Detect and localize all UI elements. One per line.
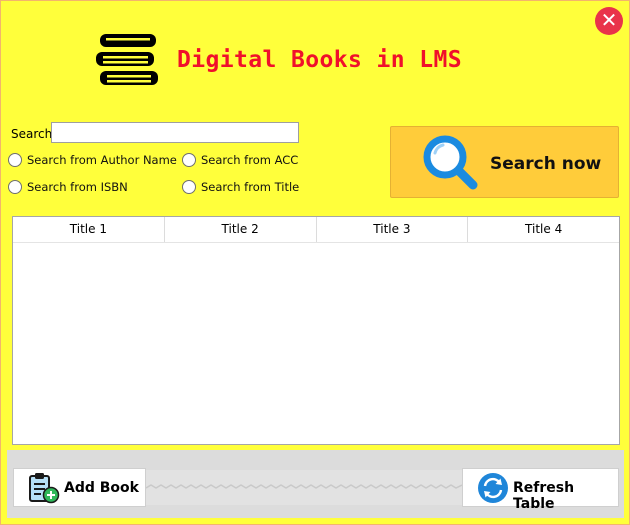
radio-isbn[interactable]: Search from ISBN xyxy=(8,180,128,194)
column-header-title-2[interactable]: Title 2 xyxy=(165,217,317,242)
column-header-title-4[interactable]: Title 4 xyxy=(468,217,619,242)
table-header: Title 1 Title 2 Title 3 Title 4 xyxy=(13,217,619,243)
add-book-button[interactable]: Add Book xyxy=(13,468,146,507)
column-header-title-3[interactable]: Title 3 xyxy=(317,217,469,242)
radio-label: Search from Author Name xyxy=(27,153,177,167)
radio-label: Search from Title xyxy=(201,180,300,194)
page-title: Digital Books in LMS xyxy=(177,47,462,73)
search-now-button[interactable]: Search now xyxy=(390,126,619,198)
refresh-table-label: Refresh Table xyxy=(513,480,575,512)
refresh-table-button[interactable]: Refresh Table xyxy=(462,468,619,512)
add-book-label: Add Book xyxy=(64,480,139,496)
refresh-icon xyxy=(478,473,508,503)
books-stack-icon xyxy=(96,34,158,85)
search-now-label: Search now xyxy=(490,154,602,174)
books-table[interactable]: Title 1 Title 2 Title 3 Title 4 xyxy=(12,216,620,445)
magnifier-icon xyxy=(423,135,478,190)
radio-author-name[interactable]: Search from Author Name xyxy=(8,153,177,167)
decorative-divider xyxy=(146,470,462,505)
radio-circle[interactable] xyxy=(8,153,22,167)
column-header-title-1[interactable]: Title 1 xyxy=(13,217,165,242)
radio-title[interactable]: Search from Title xyxy=(182,180,299,194)
close-button[interactable]: ✕ xyxy=(595,7,623,35)
radio-circle[interactable] xyxy=(182,180,196,194)
search-label: Search xyxy=(11,127,53,141)
clipboard-add-icon xyxy=(29,473,60,504)
radio-label: Search from ISBN xyxy=(27,180,128,194)
radio-circle[interactable] xyxy=(182,153,196,167)
close-icon: ✕ xyxy=(600,8,618,32)
search-input[interactable] xyxy=(51,122,299,143)
radio-acc[interactable]: Search from ACC xyxy=(182,153,298,167)
radio-circle[interactable] xyxy=(8,180,22,194)
radio-label: Search from ACC xyxy=(201,153,299,167)
main-window: ✕ Digital Books in LMS Search Search fro… xyxy=(0,0,630,525)
